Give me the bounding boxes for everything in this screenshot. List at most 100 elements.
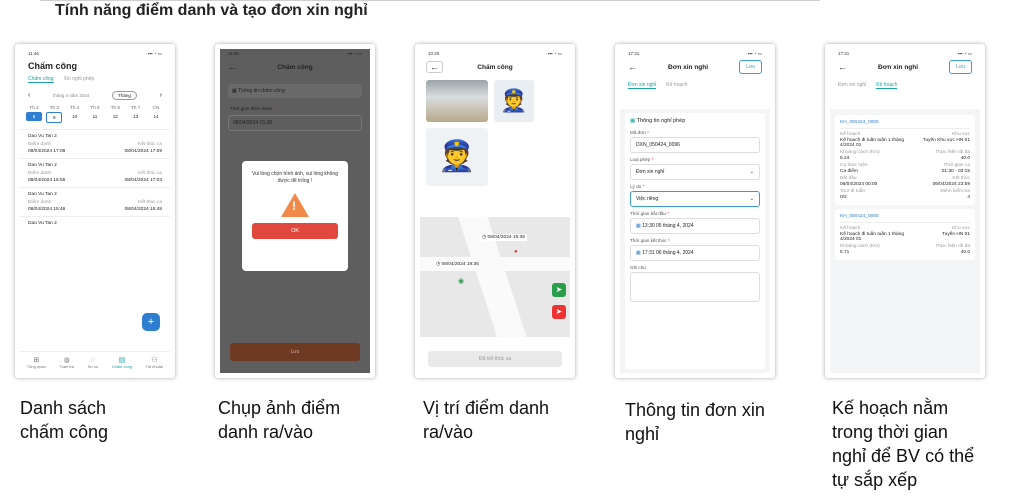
plan-field-labels: Ca thực hiện Thời gian ca — [840, 163, 970, 168]
photo-thumbnail-guard-2[interactable]: 👮 — [426, 128, 488, 186]
next-week-icon[interactable]: › — [160, 92, 162, 99]
back-arrow-icon[interactable]: ← — [838, 62, 847, 72]
caption-line: Danh sách — [20, 398, 107, 418]
day-name: Th 7 — [131, 105, 141, 110]
day-number: 14 — [153, 114, 159, 119]
day-cell[interactable]: Th 5 11 — [87, 105, 103, 123]
plan-label: Khu vực — [952, 226, 970, 231]
code-field[interactable]: DXN_050424_0096 — [630, 137, 760, 153]
reason-value: Việc riêng — [636, 196, 659, 202]
nav-label: Tuần tra — [59, 364, 75, 369]
plan-code: KH_050424_0000 — [840, 120, 970, 129]
tab-plan[interactable]: Kế hoạch — [666, 82, 687, 89]
screen-title: Đơn xin nghỉ — [668, 63, 709, 71]
status-time: 17:31 — [838, 51, 850, 56]
end-shift-button[interactable]: Đã kết thúc ca — [428, 351, 562, 367]
back-arrow-icon[interactable]: ← — [426, 61, 443, 73]
tab-plan[interactable]: Kế hoạch — [876, 82, 898, 89]
caption-line: nghỉ — [625, 424, 660, 444]
employee-name: Dao Vu Tan 2 — [28, 192, 57, 197]
status-time: 17:31 — [628, 51, 640, 56]
save-button[interactable]: Lưu — [739, 60, 762, 74]
attendance-card[interactable]: Dao Vu Tan 2 Điểm danh Kết thúc ca 08/04/20… — [20, 158, 170, 187]
day-cell[interactable]: Th 3 9 — [46, 105, 63, 123]
nav-item[interactable]: ▤ Chấm công — [112, 356, 132, 369]
nav-icon: ◌ — [90, 356, 95, 364]
nav-item[interactable]: ◍ Tuần tra — [59, 356, 74, 369]
prev-week-icon[interactable]: ‹ — [28, 92, 30, 99]
plan-card[interactable]: KH_050424_0000 Kế hoạch Khu vực Kế hoạch đi… — [835, 115, 975, 205]
plan-label: Tour đi tuần — [840, 189, 866, 194]
attendance-card[interactable]: Dao Vu Tan 2 — [20, 216, 170, 235]
note-field[interactable] — [630, 272, 760, 302]
navigate-red-icon[interactable]: ➤ — [552, 305, 566, 319]
plan-label: Thực hiện tối đa — [935, 244, 970, 249]
day-number: 12 — [112, 114, 118, 119]
status-time: 11:46 — [228, 51, 239, 56]
plan-value: 40.0 — [960, 156, 970, 161]
nav-icon: ◍ — [63, 357, 70, 364]
reason-select[interactable]: Việc riêng ⌄ — [630, 191, 760, 207]
plan-field-values: 5.24 40.0 — [840, 156, 970, 161]
save-button[interactable]: Lưu — [949, 60, 972, 74]
end-time-value: 17:31 06 tháng 4, 2024 — [642, 250, 694, 256]
tab-leave-form[interactable]: Đơn xin nghỉ — [838, 82, 866, 89]
photo-thumbnail-room[interactable] — [426, 80, 488, 122]
plan-label: Kết thúc — [952, 176, 970, 181]
dialog-message: Vui lòng chọn hình ảnh, vui lòng không đ… — [252, 171, 338, 184]
day-cell[interactable]: Th 4 10 — [67, 105, 83, 123]
checkout-time: 08/04/2024 17:09 — [124, 149, 162, 154]
screen-title: Chấm công — [477, 63, 513, 71]
end-time-field[interactable]: ▦ 17:31 06 tháng 4, 2024 — [630, 245, 760, 261]
nav-icon: ▤ — [118, 357, 126, 364]
nav-item[interactable]: ⊞ Tổng quan — [27, 356, 46, 369]
tab-leave[interactable]: Xin nghỉ phép — [64, 76, 95, 83]
nav-item[interactable]: ◌ Sự cố — [88, 357, 99, 369]
ok-button[interactable]: OK — [252, 223, 338, 239]
section-title: Thông tin chấm công — [238, 88, 285, 94]
day-cell[interactable]: CN 14 — [148, 105, 164, 123]
day-cell[interactable]: Th 6 12 — [107, 105, 123, 123]
map-view[interactable]: ◷ 08/04/2024 19:36 ◷ 08/04/2024 19:36 ◉ … — [420, 217, 570, 337]
plan-field-values: Kế hoạch đi tuần tuần 1 tháng 4/2024 01 T… — [840, 138, 970, 148]
attendance-card[interactable]: Dao Vu Tan 2 Điểm danh Kết thúc ca 08/04/20… — [20, 187, 170, 216]
type-select[interactable]: Đơn xin nghỉ ⌄ — [630, 164, 760, 180]
time-label: Thời gian điểm danh — [230, 106, 273, 111]
time-field[interactable]: 08/04/2024 15:38 — [228, 115, 362, 131]
screen-title: Chấm công — [28, 61, 78, 71]
nav-item[interactable]: ⚇ Tài khoản — [146, 356, 164, 369]
tab-attendance[interactable]: Chấm công — [28, 76, 54, 83]
photo-thumbnail-guard[interactable]: 👮 — [494, 80, 534, 122]
caption-line: Chụp ảnh điểm — [218, 398, 341, 418]
type-label: Loại phép — [630, 157, 651, 162]
type-value: Đơn xin nghỉ — [636, 169, 665, 175]
day-name: Th 3 — [49, 105, 59, 110]
navigate-green-icon[interactable]: ➤ — [552, 283, 566, 297]
plan-label: Ca thực hiện — [840, 163, 868, 168]
record-values: 08/04/2024 16:55 08/04/2024 17:03 — [28, 178, 162, 183]
plan-card[interactable]: KH_050424_0000 Kế hoạch Khu vực Kế hoạch đi… — [835, 209, 975, 260]
tab-leave-form[interactable]: Đơn xin nghỉ — [628, 82, 657, 89]
save-button[interactable]: Lưu — [230, 343, 360, 361]
status-bar: 11:46 ▪▪▪ ◔ ▭ — [220, 49, 370, 58]
month-mode-button[interactable]: Tháng — [112, 91, 137, 100]
status-bar: 17:31 ▪▪▪ ◔ ▭ — [620, 49, 770, 58]
plan-value: Kế hoạch đi tuần tuần 1 tháng 4/2024 01 — [840, 138, 905, 148]
add-fab[interactable]: + — [142, 313, 160, 331]
back-arrow-icon[interactable]: ← — [228, 62, 237, 72]
plan-field-labels: Khoảng cách (Km) Thực hiện tối đa — [840, 244, 970, 249]
day-cell[interactable]: Th 2 8 — [26, 105, 42, 123]
screenshot-photo-checkin: 11:46 ▪▪▪ ◔ ▭ ← Chấm công ▦ Thông tin chấ… — [215, 44, 375, 378]
day-name: CN — [152, 105, 160, 110]
nav-icon: ⊞ — [33, 357, 40, 364]
plan-field-values: Ca điểm 01:30 - 03:15 — [840, 169, 970, 174]
marker-time: 08/04/2024 19:36 — [441, 262, 479, 267]
status-icons: ▪▪▪ ◔ ▭ — [147, 51, 162, 56]
back-arrow-icon[interactable]: ← — [628, 62, 637, 72]
day-cell[interactable]: Th 7 13 — [128, 105, 144, 123]
start-time-field[interactable]: ▦ 13:30 05 tháng 4, 2024 — [630, 218, 760, 234]
employee-name: Dao Vu Tan 2 — [28, 163, 57, 168]
plan-label: Khoảng cách (Km) — [840, 150, 880, 155]
screen-title: Đơn xin nghỉ — [878, 63, 919, 71]
attendance-card[interactable]: Dao Vu Tan 2 Điểm danh Kết thúc ca 08/04/20… — [20, 129, 170, 158]
